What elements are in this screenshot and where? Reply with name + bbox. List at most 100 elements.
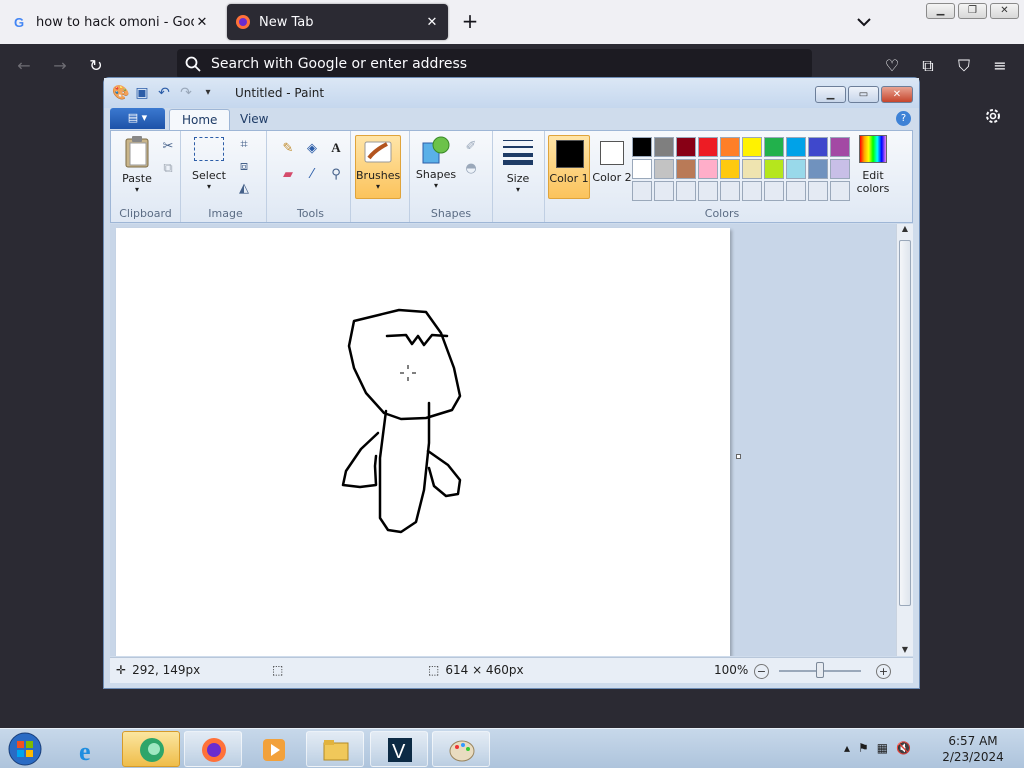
- minimize-button[interactable]: ▁: [815, 86, 846, 103]
- restore-button[interactable]: ❐: [958, 3, 987, 19]
- resize-icon[interactable]: ⧈: [235, 157, 253, 175]
- taskbar-firefox[interactable]: [184, 731, 242, 767]
- palette-swatch[interactable]: [676, 137, 696, 157]
- shapes-button[interactable]: Shapes ▾: [414, 135, 458, 190]
- forward-arrow-icon[interactable]: →: [50, 56, 70, 76]
- close-button[interactable]: ✕: [881, 86, 913, 103]
- palette-swatch[interactable]: [654, 159, 674, 179]
- back-arrow-icon[interactable]: ←: [14, 56, 34, 76]
- flag-icon[interactable]: ⚑: [858, 741, 869, 755]
- scroll-down-icon[interactable]: ▼: [897, 645, 913, 654]
- zoom-slider-thumb[interactable]: [816, 662, 824, 678]
- extensions-icon[interactable]: ⧉: [918, 56, 938, 76]
- palette-swatch[interactable]: [720, 159, 740, 179]
- undo-icon[interactable]: ↶: [156, 85, 172, 101]
- taskbar-explorer[interactable]: [306, 731, 364, 767]
- taskbar-media-player[interactable]: [244, 731, 302, 767]
- eraser-icon[interactable]: ▰: [279, 165, 297, 183]
- size-button[interactable]: Size ▾: [499, 137, 537, 194]
- palette-swatch[interactable]: [764, 181, 784, 201]
- pencil-icon[interactable]: ✎: [279, 139, 297, 157]
- zoom-out-button[interactable]: −: [754, 664, 769, 679]
- color1-button[interactable]: Color 1: [548, 135, 590, 199]
- palette-swatch[interactable]: [698, 159, 718, 179]
- ublock-shield-icon[interactable]: ⛉: [954, 56, 974, 76]
- save-icon[interactable]: ▣: [134, 85, 150, 101]
- minimize-button[interactable]: ▁: [926, 3, 955, 19]
- taskbar-internet-explorer[interactable]: e: [60, 731, 118, 767]
- network-icon[interactable]: ▦: [877, 741, 888, 755]
- scrollbar-thumb[interactable]: [899, 240, 911, 606]
- customize-qat-icon[interactable]: ▾: [200, 85, 216, 101]
- palette-swatch[interactable]: [786, 159, 806, 179]
- palette-swatch[interactable]: [808, 159, 828, 179]
- paste-button[interactable]: Paste ▾: [117, 135, 157, 194]
- address-bar[interactable]: Search with Google or enter address: [177, 49, 812, 79]
- fill-bucket-icon[interactable]: ◈: [303, 139, 321, 157]
- redo-icon[interactable]: ↷: [178, 85, 194, 101]
- palette-swatch[interactable]: [742, 137, 762, 157]
- brushes-button[interactable]: Brushes ▾: [355, 135, 401, 199]
- palette-swatch[interactable]: [742, 181, 762, 201]
- close-icon[interactable]: ✕: [194, 15, 210, 30]
- cut-icon[interactable]: ✂: [159, 137, 177, 155]
- taskbar-paint[interactable]: [432, 731, 490, 767]
- tab-view[interactable]: View: [228, 109, 280, 130]
- taskbar-app-green[interactable]: [122, 731, 180, 767]
- palette-swatch[interactable]: [720, 137, 740, 157]
- taskbar-clock[interactable]: 6:57 AM 2/23/2024: [940, 733, 1006, 765]
- palette-swatch[interactable]: [698, 181, 718, 201]
- show-hidden-icons[interactable]: ▴: [844, 741, 850, 755]
- scroll-up-icon[interactable]: ▲: [897, 224, 913, 233]
- palette-swatch[interactable]: [632, 137, 652, 157]
- drawing-canvas[interactable]: [116, 228, 730, 656]
- volume-muted-icon[interactable]: 🔇: [896, 741, 911, 755]
- tab-google-search[interactable]: G how to hack omoni - Google Search ✕: [4, 4, 218, 40]
- crop-icon[interactable]: ⌗: [235, 135, 253, 153]
- copy-icon[interactable]: ⧉: [159, 159, 177, 177]
- rotate-icon[interactable]: ◭: [235, 179, 253, 197]
- palette-swatch[interactable]: [764, 137, 784, 157]
- text-icon[interactable]: A: [327, 139, 345, 157]
- taskbar-vegas[interactable]: V: [370, 731, 428, 767]
- help-icon[interactable]: ?: [896, 111, 911, 126]
- palette-swatch[interactable]: [742, 159, 762, 179]
- palette-swatch[interactable]: [808, 137, 828, 157]
- tab-new-tab[interactable]: New Tab ✕: [227, 4, 448, 40]
- palette-swatch[interactable]: [676, 159, 696, 179]
- palette-swatch[interactable]: [654, 181, 674, 201]
- maximize-button[interactable]: ▭: [848, 86, 879, 103]
- start-button[interactable]: [5, 731, 45, 767]
- palette-swatch[interactable]: [632, 159, 652, 179]
- pocket-icon[interactable]: ♡: [882, 56, 902, 76]
- reload-icon[interactable]: ↻: [86, 56, 106, 76]
- menu-icon[interactable]: ≡: [990, 56, 1010, 76]
- vertical-scrollbar[interactable]: ▲ ▼: [896, 224, 913, 656]
- new-tab-button[interactable]: +: [458, 10, 482, 34]
- fill-icon[interactable]: ◓: [462, 159, 480, 177]
- palette-swatch[interactable]: [830, 181, 850, 201]
- palette-swatch[interactable]: [764, 159, 784, 179]
- palette-swatch[interactable]: [676, 181, 696, 201]
- palette-swatch[interactable]: [786, 137, 806, 157]
- palette-swatch[interactable]: [830, 137, 850, 157]
- outline-icon[interactable]: ✐: [462, 137, 480, 155]
- palette-swatch[interactable]: [698, 137, 718, 157]
- palette-swatch[interactable]: [632, 181, 652, 201]
- select-button[interactable]: Select ▾: [191, 137, 227, 191]
- file-menu-button[interactable]: ▤ ▾: [110, 108, 165, 129]
- color-picker-icon[interactable]: ⁄: [303, 165, 321, 183]
- close-icon[interactable]: ✕: [424, 15, 440, 30]
- gear-icon[interactable]: [983, 106, 1003, 126]
- palette-swatch[interactable]: [786, 181, 806, 201]
- canvas-resize-handle[interactable]: [736, 454, 741, 459]
- palette-swatch[interactable]: [654, 137, 674, 157]
- edit-colors-button[interactable]: Edit colors: [853, 135, 893, 199]
- zoom-in-button[interactable]: +: [876, 664, 891, 679]
- palette-swatch[interactable]: [808, 181, 828, 201]
- palette-swatch[interactable]: [830, 159, 850, 179]
- tab-home[interactable]: Home: [169, 109, 231, 130]
- palette-swatch[interactable]: [720, 181, 740, 201]
- color2-button[interactable]: Color 2: [591, 135, 633, 199]
- magnifier-icon[interactable]: ⚲: [327, 165, 345, 183]
